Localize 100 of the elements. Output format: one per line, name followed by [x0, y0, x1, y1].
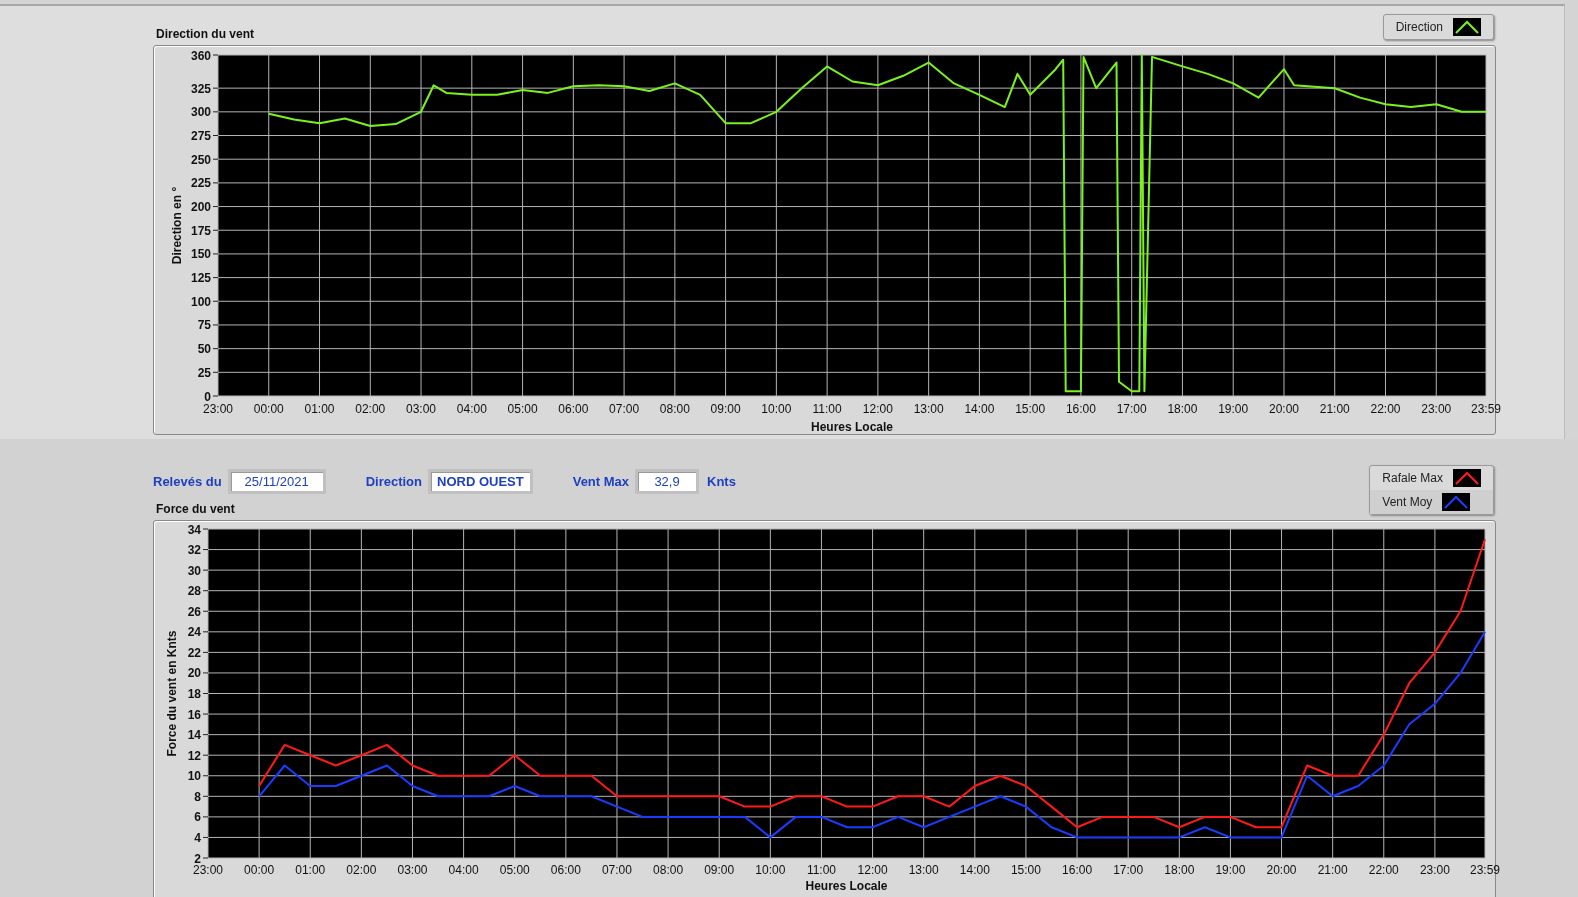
tick-label: 0: [204, 389, 211, 404]
tick-label: 11:00: [812, 402, 842, 416]
legend-label: Vent Moy: [1382, 495, 1433, 509]
tick-label: 14: [187, 728, 201, 743]
tick-label: 22:00: [1368, 863, 1399, 877]
tick-label: 14:00: [959, 863, 990, 877]
tick-label: 00:00: [244, 863, 275, 877]
tick-label: 325: [190, 81, 211, 96]
tick-label: 13:00: [913, 402, 944, 416]
field-label: Relevés du: [153, 474, 222, 489]
tick-label: 23:59: [1470, 863, 1500, 877]
tick-label: 24: [187, 625, 201, 640]
tick-label: 12: [187, 748, 201, 763]
tick-label: 300: [190, 105, 211, 120]
tick-label: 16:00: [1065, 402, 1096, 416]
tick-label: 03:00: [397, 863, 428, 877]
tick-label: 11:00: [806, 863, 836, 877]
tick-label: 23:00: [203, 402, 233, 416]
chart-title: Force du vent: [155, 501, 236, 518]
tick-label: 32: [187, 543, 201, 558]
tick-label: 23:00: [1419, 863, 1450, 877]
tick-label: 22: [187, 645, 201, 660]
axis-title: Force du vent en Knts: [165, 630, 179, 757]
tick-label: 12:00: [862, 402, 893, 416]
tick-label: 04:00: [456, 402, 487, 416]
field-label: Direction: [365, 474, 422, 489]
legend-label: Direction: [1395, 20, 1443, 34]
tick-label: 20:00: [1266, 863, 1297, 877]
tick-label: 4: [194, 830, 201, 845]
tick-label: 17:00: [1113, 863, 1144, 877]
tick-label: 23:00: [1421, 402, 1452, 416]
tick-label: 21:00: [1317, 863, 1348, 877]
axis-title: Heures Locale: [805, 879, 888, 893]
tick-label: 360: [190, 48, 211, 63]
tick-label: 2: [194, 851, 201, 866]
tick-label: 20:00: [1268, 402, 1299, 416]
tick-label: 6: [194, 810, 201, 825]
tick-label: 10: [187, 769, 201, 784]
tick-label: 02:00: [346, 863, 377, 877]
tick-label: 23:00: [193, 863, 223, 877]
tick-label: 16:00: [1062, 863, 1093, 877]
tick-label: 100: [190, 294, 211, 309]
chart-title: Direction du vent: [155, 27, 254, 43]
tick-label: 08:00: [659, 402, 690, 416]
tick-label: 13:00: [908, 863, 939, 877]
tick-label: 19:00: [1218, 402, 1249, 416]
tick-label: 23:59: [1471, 402, 1501, 416]
tick-label: 16: [187, 707, 201, 722]
max-wind-field[interactable]: 32,9: [635, 469, 700, 494]
tick-label: 75: [197, 318, 211, 333]
tick-label: 200: [190, 200, 211, 215]
tick-label: 01:00: [304, 402, 335, 416]
tick-label: 12:00: [857, 863, 888, 877]
tick-label: 125: [190, 271, 211, 286]
tick-label: 225: [190, 176, 211, 191]
axis-title: Heures Locale: [811, 420, 893, 434]
tick-label: 14:00: [964, 402, 995, 416]
tick-label: 05:00: [507, 402, 538, 416]
tick-label: 04:00: [448, 863, 479, 877]
tick-label: 17:00: [1116, 402, 1147, 416]
unit-label: Knts: [707, 474, 736, 489]
tick-label: 8: [194, 789, 201, 804]
tick-label: 19:00: [1215, 863, 1246, 877]
tick-label: 34: [187, 522, 201, 537]
tick-label: 09:00: [704, 863, 735, 877]
tick-label: 15:00: [1010, 863, 1041, 877]
tick-label: 06:00: [550, 863, 581, 877]
tick-label: 10:00: [761, 402, 792, 416]
tick-label: 02:00: [355, 402, 386, 416]
tick-label: 26: [187, 604, 201, 619]
tick-label: 00:00: [253, 402, 284, 416]
tick-label: 30: [187, 563, 201, 578]
tick-label: 175: [190, 223, 211, 238]
tick-label: 25: [197, 365, 211, 380]
tick-label: 18:00: [1164, 863, 1195, 877]
tick-label: 18:00: [1167, 402, 1198, 416]
tick-label: 20: [187, 666, 201, 681]
tick-label: 07:00: [609, 402, 640, 416]
tick-label: 07:00: [601, 863, 632, 877]
tick-label: 15:00: [1015, 402, 1046, 416]
tick-label: 21:00: [1319, 402, 1350, 416]
field-label: Vent Max: [572, 474, 630, 489]
tick-label: 05:00: [499, 863, 530, 877]
date-field[interactable]: 25/11/2021: [227, 469, 326, 494]
tick-label: 22:00: [1370, 402, 1401, 416]
axis-title: Direction en °: [170, 186, 184, 265]
tick-label: 250: [190, 152, 211, 167]
tick-label: 150: [190, 247, 211, 262]
tick-label: 08:00: [653, 863, 684, 877]
tick-label: 10:00: [755, 863, 786, 877]
direction-field[interactable]: NORD OUEST: [428, 469, 533, 494]
tick-label: 28: [187, 584, 201, 599]
tick-label: 50: [197, 342, 211, 357]
tick-label: 275: [190, 129, 211, 143]
tick-label: 09:00: [710, 402, 741, 416]
legend-label: Rafale Max: [1382, 471, 1443, 485]
tick-label: 18: [187, 687, 201, 701]
tick-label: 06:00: [558, 402, 589, 416]
tick-label: 01:00: [295, 863, 326, 877]
tick-label: 03:00: [406, 402, 437, 416]
